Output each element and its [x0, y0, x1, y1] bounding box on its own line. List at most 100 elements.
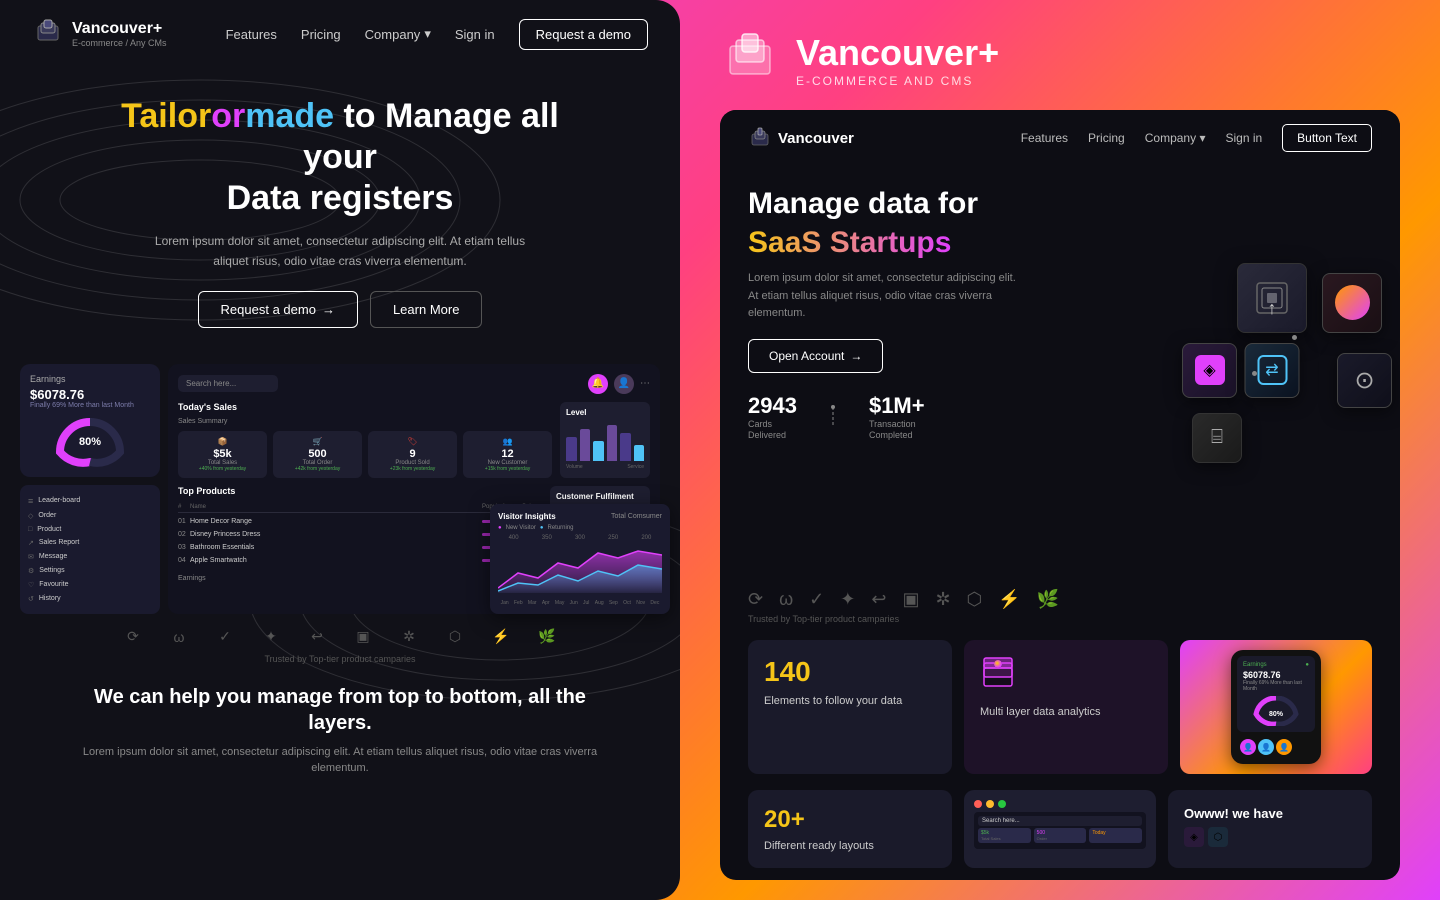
right-brand-icon-5: ↩	[871, 589, 886, 610]
nav-pricing[interactable]: Pricing	[301, 27, 341, 42]
sidebar-item-sales[interactable]: ↗ Sales Report	[28, 536, 152, 550]
right-brand-icon-10: 🌿	[1037, 589, 1059, 610]
table-row: 01 Home Decor Range 42%	[178, 515, 542, 528]
right-brand-icon-3: ✓	[809, 589, 824, 610]
brand-icon-6: ▣	[350, 624, 376, 650]
brand-icon-10: 🌿	[534, 624, 560, 650]
visitor-insights-label: Visitor Insights	[498, 512, 556, 521]
stats-divider-icon	[825, 405, 841, 429]
iso-object-left: ◈	[1182, 343, 1237, 398]
nav-signin[interactable]: Sign in	[455, 27, 495, 42]
right-nav-pricing[interactable]: Pricing	[1088, 131, 1125, 145]
left-hero-subtext: Lorem ipsum dolor sit amet, consectetur …	[150, 232, 530, 270]
right-hero-column: Manage data for SaaS Startups Lorem ipsu…	[748, 186, 1152, 559]
right-nav-company[interactable]: Company ▾	[1145, 131, 1206, 145]
right-brand-icon-1: ⟳	[748, 589, 763, 610]
right-window-logo-icon	[748, 126, 772, 150]
right-brand-title: Vancouver+	[796, 32, 999, 74]
stat-total-sales: 📦 $5k Total Sales +40% from yesterday	[178, 431, 267, 478]
right-nav-cta-button[interactable]: Button Text	[1282, 124, 1372, 152]
open-account-arrow-icon: →	[850, 349, 862, 363]
right-brand-icon-6: ▣	[902, 589, 919, 610]
earnings-value: $6078.76	[30, 387, 150, 402]
sales-summary-label: Sales Summary	[178, 418, 552, 425]
left-hero: Tailorormade to Manage all yourData regi…	[0, 68, 680, 364]
top-products-section: Top Products # Name Popularity Sales 01 …	[178, 486, 542, 567]
iso-icon-center: ⇄	[1257, 355, 1287, 385]
request-demo-nav-button[interactable]: Request a demo	[519, 19, 648, 50]
right-main-content: Manage data for SaaS Startups Lorem ipsu…	[720, 166, 1400, 579]
bottom-title: We can help you manage from top to botto…	[60, 684, 620, 736]
owww-title: Owww! we have	[1184, 806, 1356, 821]
notification-bell-icon[interactable]: 🔔	[588, 374, 608, 394]
right-nav-signin[interactable]: Sign in	[1225, 131, 1262, 145]
nav-company[interactable]: Company ▾	[365, 26, 431, 42]
left-logo-sub: E-commerce / Any CMs	[72, 38, 167, 48]
product-icon: □	[28, 526, 32, 533]
feature-card-140: 140 Elements to follow your data	[748, 640, 952, 774]
nav-features[interactable]: Features	[226, 27, 277, 42]
stat-product-sold: 🏷 9 Product Sold +23k from yesterday	[368, 431, 457, 478]
right-brand-icon-9: ⚡	[998, 589, 1020, 610]
connection-dot-1	[1252, 371, 1257, 376]
table-row: 04 Apple Smartwatch 38%	[178, 554, 542, 567]
feature-label-140: Elements to follow your data	[764, 694, 936, 709]
main-dashboard-card: Search here... 🔔 👤 ⋯ Today's Sales Sales…	[168, 364, 660, 614]
owww-icon-2: ⬡	[1208, 827, 1228, 847]
brand-icon-9: ⚡	[488, 624, 514, 650]
feature-cards-row-2: 20+ Different ready layouts Search here.…	[720, 790, 1400, 880]
table-row: 02 Disney Princess Dress 30%	[178, 528, 542, 541]
stats-bar: 2943 CardsDelivered $1M+ TransactionComp…	[748, 393, 1152, 442]
right-window: Vancouver Features Pricing Company ▾ Sig…	[720, 110, 1400, 880]
phone-mockup: Earnings ● $6078.76 Finally 69% More tha…	[1231, 650, 1321, 764]
sidebar-item-order[interactable]: ◇ Order	[28, 509, 152, 523]
arrow-up-icon: ↑	[1268, 298, 1277, 319]
dashboard-search[interactable]: Search here...	[178, 375, 278, 392]
left-logo-name: Vancouver+	[72, 20, 162, 37]
request-demo-hero-button[interactable]: Request a demo →	[198, 291, 358, 328]
stat-new-customer: 👥 12 New Customer +15k from yesterday	[463, 431, 552, 478]
iso-sphere	[1335, 285, 1370, 320]
iso-object-right-bottom: ⊙	[1337, 353, 1392, 408]
multilayer-icon	[980, 656, 1152, 697]
right-3d-objects-column: ↑ ◈ ⇄ ⊙	[1172, 186, 1372, 559]
hero-buttons: Request a demo → Learn More	[80, 291, 600, 328]
message-icon: ✉	[28, 553, 34, 561]
phone-earnings-mini: Earnings ● $6078.76 Finally 69% More tha…	[1237, 656, 1315, 732]
learn-more-button[interactable]: Learn More	[370, 291, 482, 328]
brand-icons-row: ⟳ ω ✓ ✦ ↩ ▣ ✲ ⬡ ⚡ 🌿	[0, 614, 680, 654]
bottom-section: We can help you manage from top to botto…	[0, 670, 680, 777]
feature-card-dashboard-preview: Search here... $5k Total Sales 500 Order…	[964, 790, 1156, 868]
level-chart: Level Volume Service	[560, 402, 650, 478]
right-panel: Vancouver+ E-COMMERCE AND CMS Vancouver …	[680, 0, 1440, 900]
sidebar-item-leaderboard[interactable]: ≡ Leader-board	[28, 493, 152, 509]
stat-cards-delivered: 2943 CardsDelivered	[748, 393, 797, 442]
right-company-chevron-icon: ▾	[1199, 131, 1205, 145]
feature-card-owww: Owww! we have ◈ ⬡	[1168, 790, 1372, 868]
expand-icon[interactable]: ⋯	[640, 378, 650, 389]
left-logo: Vancouver+ E-commerce / Any CMs	[32, 18, 167, 50]
sidebar-item-history[interactable]: ↺ History	[28, 592, 152, 606]
right-window-logo: Vancouver	[748, 126, 854, 150]
sidebar-item-favourite[interactable]: ♡ Favourite	[28, 578, 152, 592]
order-icon: ◇	[28, 512, 33, 520]
left-hero-headline: Tailorormade to Manage all yourData regi…	[80, 96, 600, 218]
owww-icon-1: ◈	[1184, 827, 1204, 847]
open-account-button[interactable]: Open Account →	[748, 339, 883, 373]
feature-card-20plus: 20+ Different ready layouts	[748, 790, 952, 868]
iso-object-bottom-left: ⌸	[1192, 413, 1242, 463]
sidebar-item-settings[interactable]: ⚙ Settings	[28, 564, 152, 578]
iso-objects-container: ↑ ◈ ⇄ ⊙	[1172, 263, 1372, 483]
history-icon: ↺	[28, 595, 34, 603]
layers-icon	[980, 656, 1016, 692]
right-nav-features[interactable]: Features	[1021, 131, 1068, 145]
visitor-insights-card: Visitor Insights Total Comsumer ● New Vi…	[490, 504, 670, 614]
multilayer-label: Multi layer data analytics	[980, 705, 1152, 720]
earnings-bottom-label: Earnings	[178, 575, 206, 582]
right-navigation: Vancouver Features Pricing Company ▾ Sig…	[720, 110, 1400, 166]
left-logo-icon	[32, 18, 64, 50]
visitor-insights-sublabel: Total Comsumer	[611, 513, 662, 520]
sidebar-item-product[interactable]: □ Product	[28, 523, 152, 536]
sidebar-item-message[interactable]: ✉ Message	[28, 550, 152, 564]
right-brand-icon-4: ✦	[840, 589, 855, 610]
